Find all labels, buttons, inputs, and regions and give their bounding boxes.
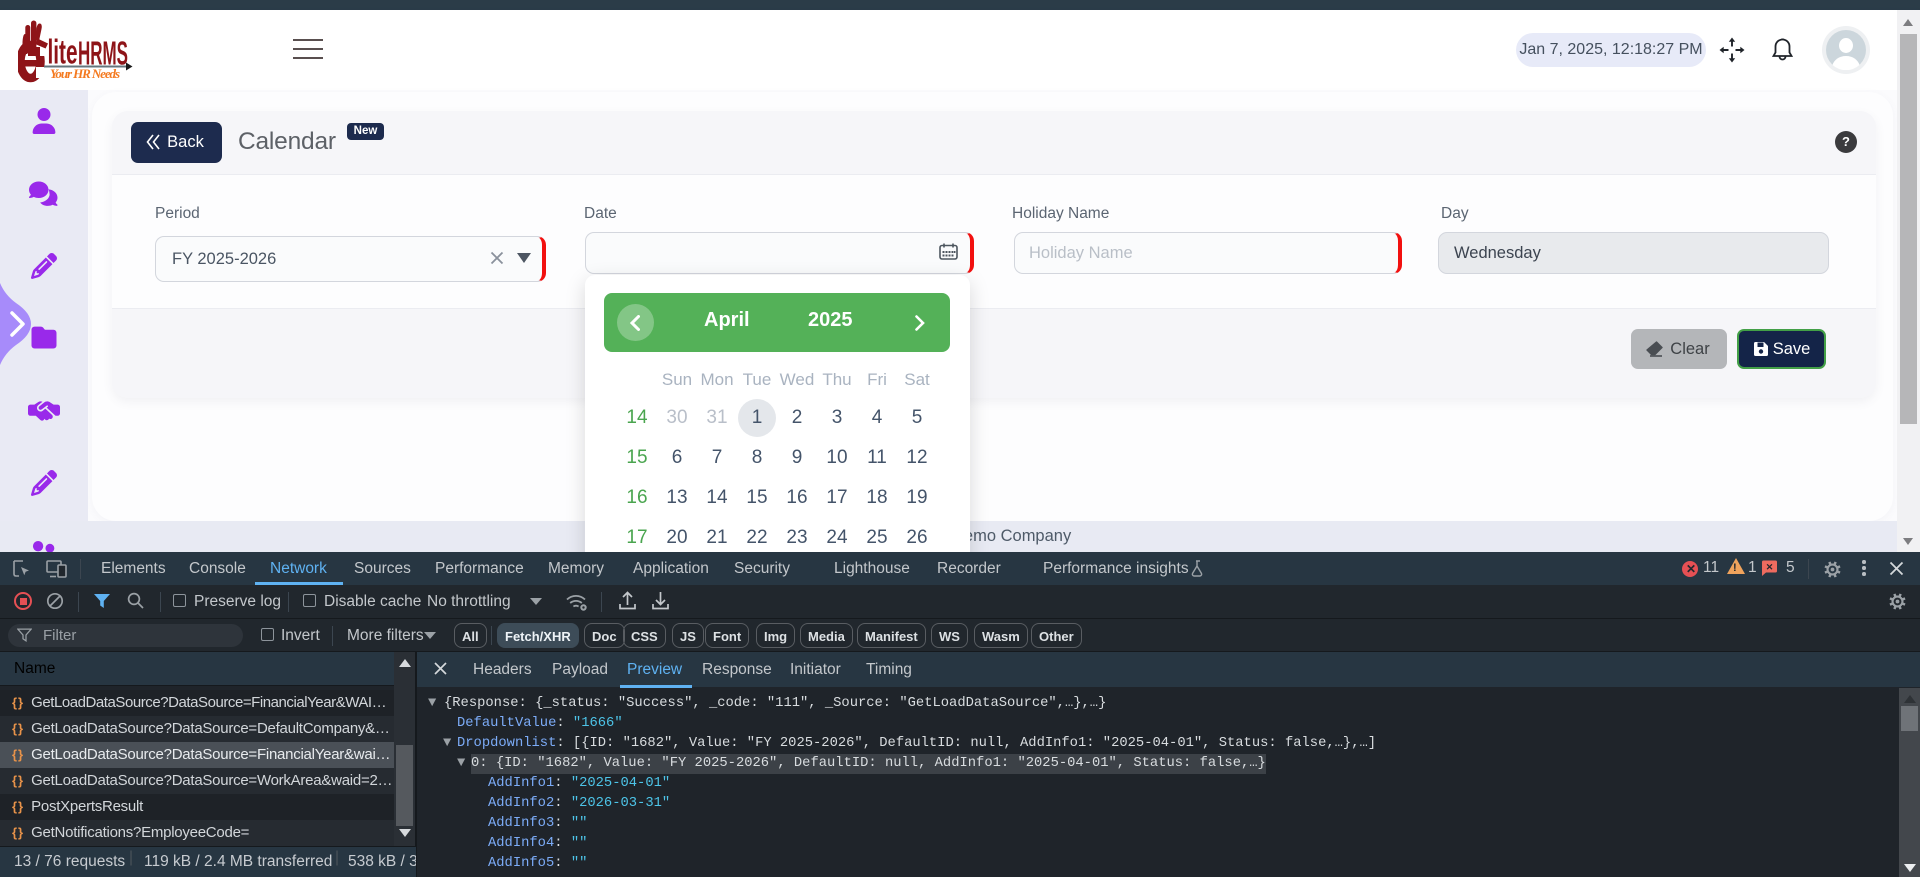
svg-text:Your HR Needs: Your HR Needs: [50, 66, 120, 81]
svg-text:✕: ✕: [1766, 562, 1774, 572]
